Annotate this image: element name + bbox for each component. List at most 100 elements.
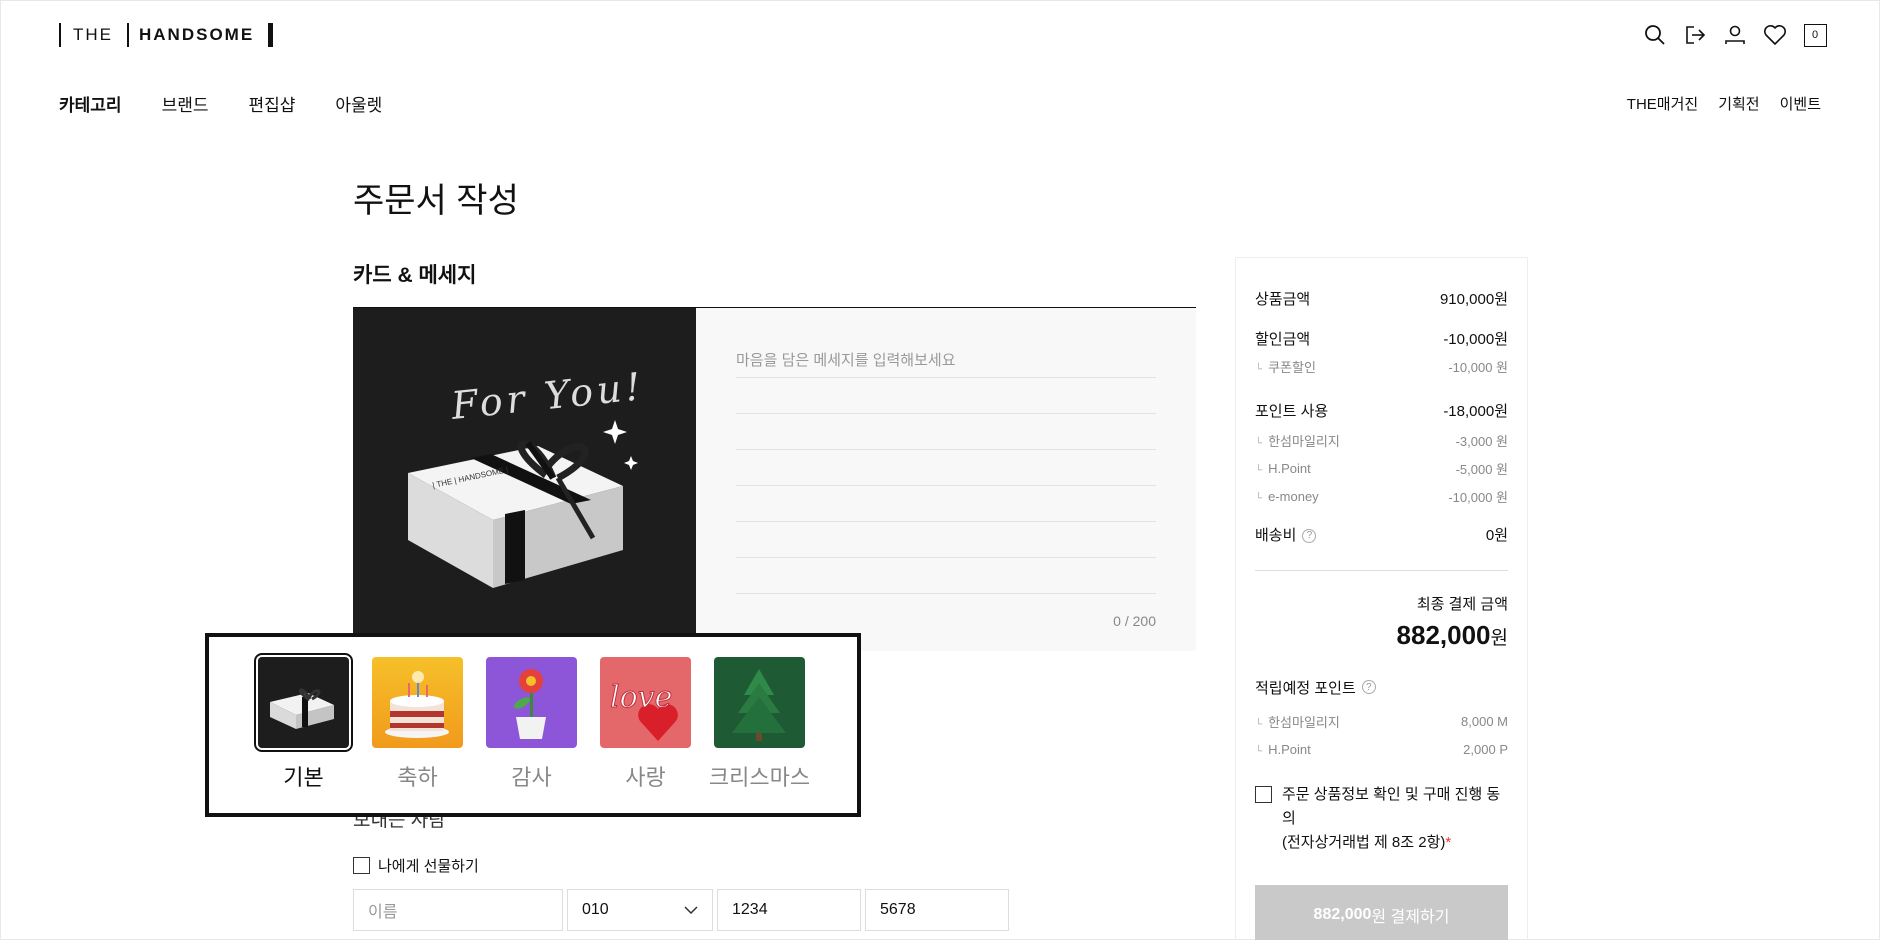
- nav-magazine[interactable]: THE매거진: [1627, 93, 1698, 114]
- discount-value: -10,000: [1443, 330, 1495, 348]
- help-icon[interactable]: ?: [1302, 528, 1317, 543]
- message-textarea[interactable]: 마음을 담은 메세지를 입력해보세요 0 / 200: [696, 308, 1196, 651]
- message-line: [736, 414, 1156, 450]
- earn-hpoint: H.Point 2,000 P: [1255, 735, 1508, 763]
- final-amount-label: 최종 결제 금액: [1416, 596, 1508, 613]
- order-summary: 상품금액 910,000원 할인금액 -10,000원 쿠폰할인 -10,000…: [1235, 257, 1528, 940]
- nav-exhibition[interactable]: 기획전: [1718, 93, 1759, 114]
- agree-text: 주문 상품정보 확인 및 구매 진행 동의 (전자상거래법 제 8조 2항)*: [1282, 783, 1508, 855]
- section-title: 카드 & 메세지: [353, 264, 477, 287]
- theme-label: 감사: [511, 765, 552, 790]
- card-preview-image: For You! | THE | HANDSOME |: [353, 308, 696, 651]
- sender-name-input[interactable]: 이름: [353, 889, 563, 931]
- pay-button[interactable]: 882,000 원 결제하기: [1255, 885, 1508, 940]
- agree-line2: (전자상거래법 제 8조 2항): [1282, 834, 1446, 851]
- theme-option-thanks[interactable]: 감사: [485, 657, 578, 792]
- card-theme-selector: 기본 축하 감사 love 사랑 크리스마스: [205, 633, 861, 817]
- hanseom-value: -3,000 원: [1455, 433, 1508, 449]
- gift-box-illustration: | THE | HANDSOME |: [408, 420, 638, 588]
- phone-last-input[interactable]: 5678: [865, 889, 1009, 931]
- page-title: 주문서 작성: [353, 182, 519, 220]
- won-unit: 원: [1494, 290, 1508, 308]
- required-mark: *: [1445, 834, 1452, 851]
- message-line: [736, 450, 1156, 486]
- card-message-area: For You! | THE | HANDSOME | 마음을 담은 메세지를 …: [353, 307, 1196, 651]
- message-line: [736, 558, 1156, 594]
- message-line: [736, 486, 1156, 522]
- earn-hpoint-label: H.Point: [1255, 742, 1311, 757]
- brand-logo[interactable]: THE HANDSOME: [59, 23, 274, 47]
- theme-thumbnail: [714, 657, 805, 748]
- theme-label: 축하: [397, 765, 438, 790]
- summary-emoney: e-money -10,000 원: [1255, 482, 1508, 510]
- summary-hanseom-mileage: 한섬마일리지 -3,000 원: [1255, 426, 1508, 454]
- final-amount: 882,000원: [1255, 620, 1508, 651]
- hanseom-label: 한섬마일리지: [1255, 431, 1340, 450]
- points-value: -18,000: [1443, 402, 1495, 420]
- agree-line1: 주문 상품정보 확인 및 구매 진행 동의: [1282, 786, 1501, 827]
- message-char-count: 0 / 200: [1113, 613, 1156, 629]
- pay-suffix: 원 결제하기: [1371, 909, 1450, 926]
- message-line: [736, 522, 1156, 558]
- theme-option-love[interactable]: love 사랑: [599, 657, 692, 792]
- earn-points-label: 적립예정 포인트: [1255, 679, 1356, 697]
- logout-icon[interactable]: [1683, 23, 1707, 47]
- summary-points: 포인트 사용 -18,000원: [1255, 396, 1508, 424]
- checkbox-icon[interactable]: [353, 857, 370, 874]
- theme-option-celebration[interactable]: 축하: [371, 657, 464, 792]
- logo-word-handsome: HANDSOME: [139, 25, 255, 44]
- won-unit: 원: [1494, 526, 1508, 544]
- discount-label: 할인금액: [1255, 330, 1311, 348]
- earn-hpoint-value: 2,000 P: [1463, 741, 1508, 757]
- svg-text:love: love: [610, 680, 672, 715]
- checkbox-icon[interactable]: [1255, 786, 1272, 803]
- chevron-down-icon: [684, 906, 698, 914]
- product-amount-label: 상품금액: [1255, 290, 1311, 308]
- summary-product-amount: 상품금액 910,000원: [1255, 284, 1508, 312]
- phone-middle-input[interactable]: 1234: [717, 889, 861, 931]
- nav-select-shop[interactable]: 편집샵: [248, 91, 295, 116]
- nav-event[interactable]: 이벤트: [1780, 93, 1821, 114]
- theme-label: 기본: [283, 765, 324, 790]
- product-amount-value: 910,000: [1439, 290, 1495, 308]
- user-icon[interactable]: [1723, 23, 1747, 47]
- purchase-agree-checkbox[interactable]: 주문 상품정보 확인 및 구매 진행 동의 (전자상거래법 제 8조 2항)*: [1255, 783, 1508, 855]
- won-unit: 원: [1494, 330, 1508, 348]
- summary-coupon: 쿠폰할인 -10,000 원: [1255, 352, 1508, 380]
- theme-label: 크리스마스: [708, 765, 811, 790]
- theme-thumbnail: [254, 653, 353, 752]
- earn-points-title: 적립예정 포인트?: [1255, 673, 1508, 701]
- summary-hpoint: H.Point -5,000 원: [1255, 454, 1508, 482]
- earn-hanseom: 한섬마일리지 8,000 M: [1255, 707, 1508, 735]
- cart-icon[interactable]: 0: [1803, 23, 1827, 47]
- nav-outlet[interactable]: 아울렛: [335, 91, 382, 116]
- earn-hanseom-value: 8,000 M: [1461, 713, 1508, 729]
- hpoint-label: H.Point: [1255, 461, 1311, 476]
- coupon-label: 쿠폰할인: [1255, 357, 1316, 376]
- theme-option-basic[interactable]: 기본: [254, 653, 353, 792]
- emoney-label: e-money: [1255, 489, 1319, 504]
- shipping-label: 배송비: [1255, 526, 1297, 544]
- final-amount-value: 882,000: [1396, 620, 1491, 650]
- summary-discount: 할인금액 -10,000원: [1255, 324, 1508, 352]
- emoney-value: -10,000 원: [1448, 489, 1508, 505]
- theme-label: 사랑: [625, 765, 666, 790]
- heart-icon[interactable]: [1763, 23, 1787, 47]
- main-nav: 카테고리 브랜드 편집샵 아울렛: [59, 91, 382, 116]
- message-placeholder: 마음을 담은 메세지를 입력해보세요: [736, 342, 1156, 378]
- summary-shipping: 배송비? 0원: [1255, 520, 1508, 548]
- points-label: 포인트 사용: [1255, 402, 1329, 420]
- theme-thumbnail: [372, 657, 463, 748]
- theme-thumbnail: love: [600, 657, 691, 748]
- nav-brand[interactable]: 브랜드: [162, 91, 209, 116]
- phone-prefix-select[interactable]: 010: [567, 889, 713, 931]
- phone-prefix-value: 010: [582, 901, 609, 918]
- nav-category[interactable]: 카테고리: [59, 91, 122, 116]
- help-icon[interactable]: ?: [1361, 680, 1376, 694]
- pay-amount: 882,000: [1313, 906, 1372, 923]
- theme-option-christmas[interactable]: 크리스마스: [709, 657, 810, 792]
- theme-thumbnail: [486, 657, 577, 748]
- search-icon[interactable]: [1643, 23, 1667, 47]
- logo-word-the: THE: [73, 25, 113, 44]
- self-gift-checkbox[interactable]: 나에게 선물하기: [353, 855, 479, 876]
